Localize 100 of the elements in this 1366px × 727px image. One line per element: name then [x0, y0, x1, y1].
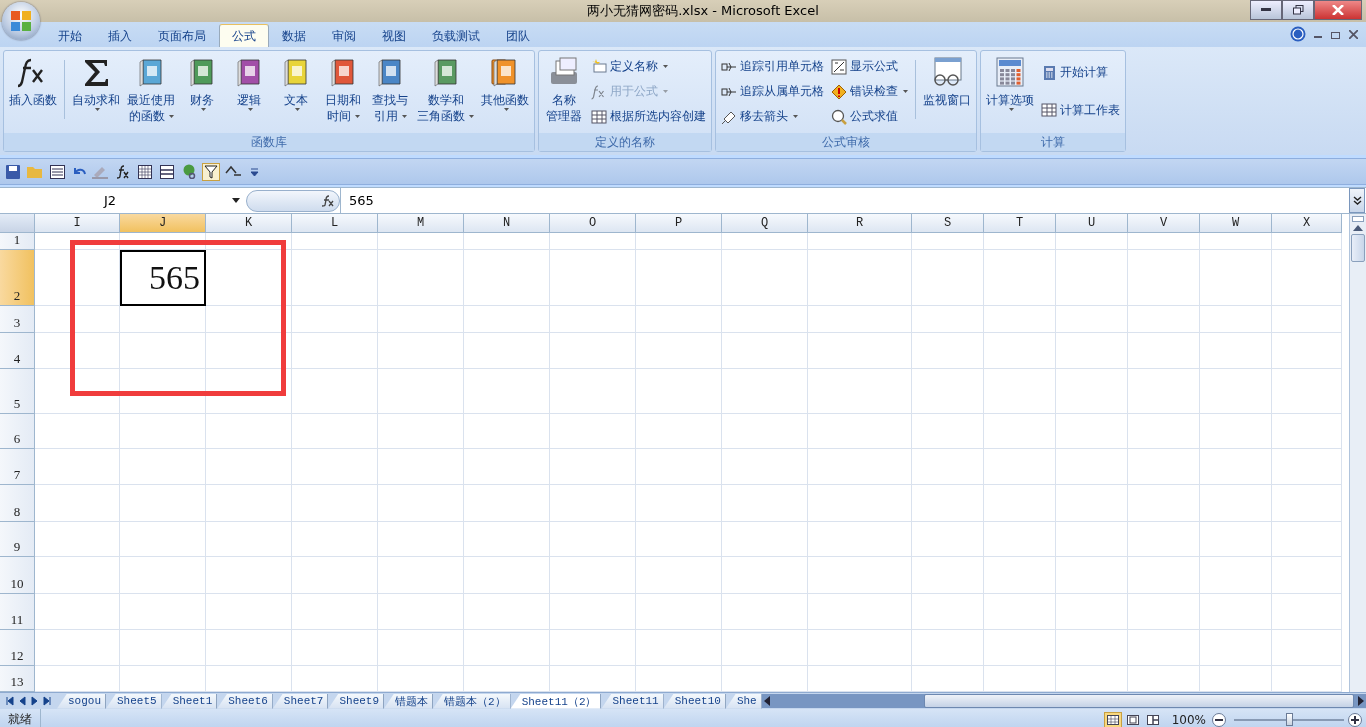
- table-cell[interactable]: [1128, 306, 1200, 333]
- table-cell[interactable]: [550, 594, 636, 630]
- table-cell[interactable]: [1128, 630, 1200, 666]
- table-cell[interactable]: [378, 485, 464, 522]
- row-header[interactable]: 6: [0, 414, 35, 449]
- table-cell[interactable]: [984, 557, 1056, 594]
- table-cell[interactable]: [464, 333, 550, 369]
- column-header[interactable]: T: [984, 214, 1056, 233]
- table-cell[interactable]: [808, 449, 912, 485]
- print-preview-icon[interactable]: [48, 162, 66, 181]
- table-cell[interactable]: [120, 233, 206, 250]
- table-cell[interactable]: [464, 594, 550, 630]
- ribbon-button[interactable]: 查找与 引用: [367, 54, 413, 133]
- table-cell[interactable]: [464, 233, 550, 250]
- table-cell[interactable]: [1272, 333, 1342, 369]
- table-cell[interactable]: [984, 594, 1056, 630]
- table-cell[interactable]: [1200, 369, 1272, 414]
- ribbon-button[interactable]: 根据所选内容创建: [591, 105, 706, 128]
- table-cell[interactable]: [464, 630, 550, 666]
- table-cell[interactable]: [550, 369, 636, 414]
- column-header[interactable]: L: [292, 214, 378, 233]
- table-cell[interactable]: [722, 522, 808, 557]
- table-cell[interactable]: [550, 449, 636, 485]
- table-cell[interactable]: [912, 333, 984, 369]
- table-cell[interactable]: [636, 250, 722, 306]
- table-cell[interactable]: [292, 369, 378, 414]
- insert-function-button[interactable]: [246, 189, 340, 212]
- ribbon-tab[interactable]: 审阅: [319, 24, 369, 47]
- table-cell[interactable]: [120, 333, 206, 369]
- table-cell[interactable]: [1200, 630, 1272, 666]
- help-icon[interactable]: [1290, 26, 1306, 42]
- next-sheet-icon[interactable]: [30, 696, 39, 706]
- table-cell[interactable]: [550, 414, 636, 449]
- sheet-tab[interactable]: Sheet11: [601, 693, 664, 709]
- table-cell[interactable]: [1056, 594, 1128, 630]
- table-cell[interactable]: [464, 306, 550, 333]
- column-header[interactable]: J: [120, 214, 206, 233]
- table-cell[interactable]: [984, 233, 1056, 250]
- table-cell[interactable]: [636, 557, 722, 594]
- save-icon[interactable]: [4, 162, 22, 181]
- restore-icon[interactable]: [1331, 29, 1341, 39]
- table-cell[interactable]: [206, 369, 292, 414]
- ribbon-button[interactable]: 自动求和: [69, 54, 123, 133]
- table-cell[interactable]: [1128, 557, 1200, 594]
- table-cell[interactable]: [35, 369, 120, 414]
- zoom-slider-thumb[interactable]: [1286, 712, 1293, 726]
- table-cell[interactable]: [120, 485, 206, 522]
- table-cell[interactable]: [984, 522, 1056, 557]
- ribbon-button[interactable]: 追踪引用单元格: [721, 55, 824, 78]
- table-cell[interactable]: [984, 449, 1056, 485]
- table-cell[interactable]: [1200, 594, 1272, 630]
- table-cell[interactable]: [808, 522, 912, 557]
- table-cell[interactable]: [206, 557, 292, 594]
- rows-icon[interactable]: [158, 162, 176, 181]
- previous-sheet-icon[interactable]: [18, 696, 27, 706]
- table-cell[interactable]: [984, 369, 1056, 414]
- table-cell[interactable]: [206, 414, 292, 449]
- table-cell[interactable]: [912, 485, 984, 522]
- sheet-tab[interactable]: Sheet6: [217, 693, 273, 709]
- table-cell[interactable]: [292, 449, 378, 485]
- zoom-out-button[interactable]: [1212, 712, 1226, 727]
- table-cell[interactable]: [378, 369, 464, 414]
- table-cell[interactable]: [206, 485, 292, 522]
- table-cell[interactable]: [722, 485, 808, 522]
- table-cell[interactable]: [1056, 414, 1128, 449]
- ribbon-button[interactable]: 计算工作表: [1041, 99, 1120, 122]
- table-cell[interactable]: [636, 522, 722, 557]
- minimize-button[interactable]: [1250, 0, 1282, 20]
- split-handle-icon[interactable]: [1352, 216, 1364, 222]
- column-header[interactable]: O: [550, 214, 636, 233]
- table-cell[interactable]: [35, 594, 120, 630]
- table-cell[interactable]: [722, 306, 808, 333]
- column-header[interactable]: V: [1128, 214, 1200, 233]
- first-sheet-icon[interactable]: [6, 696, 15, 706]
- table-cell[interactable]: [636, 594, 722, 630]
- table-cell[interactable]: [35, 333, 120, 369]
- table-cell[interactable]: [464, 250, 550, 306]
- table-cell[interactable]: [378, 630, 464, 666]
- ribbon-tab[interactable]: 页面布局: [145, 24, 219, 47]
- table-cell[interactable]: [1056, 449, 1128, 485]
- table-cell[interactable]: [1272, 594, 1342, 630]
- zoom-in-button[interactable]: [1348, 712, 1362, 727]
- table-cell[interactable]: [1056, 306, 1128, 333]
- column-header[interactable]: N: [464, 214, 550, 233]
- sheet-tab[interactable]: Sheet11（2）: [510, 693, 602, 709]
- table-cell[interactable]: [912, 306, 984, 333]
- scroll-thumb[interactable]: [923, 694, 1354, 708]
- table-cell[interactable]: [1200, 233, 1272, 250]
- row-header[interactable]: 10: [0, 557, 35, 594]
- table-cell[interactable]: [1200, 414, 1272, 449]
- table-cell[interactable]: [120, 414, 206, 449]
- sheet-tab[interactable]: Sheet1: [161, 693, 218, 709]
- ribbon-button[interactable]: 追踪从属单元格: [721, 80, 824, 103]
- table-cell[interactable]: [1056, 522, 1128, 557]
- ribbon-button[interactable]: 日期和 时间: [320, 54, 366, 133]
- table-cell[interactable]: [35, 233, 120, 250]
- ribbon-button[interactable]: 监视窗口: [920, 54, 974, 133]
- column-header[interactable]: W: [1200, 214, 1272, 233]
- ribbon-button[interactable]: 财务: [179, 54, 225, 133]
- table-cell[interactable]: [1128, 333, 1200, 369]
